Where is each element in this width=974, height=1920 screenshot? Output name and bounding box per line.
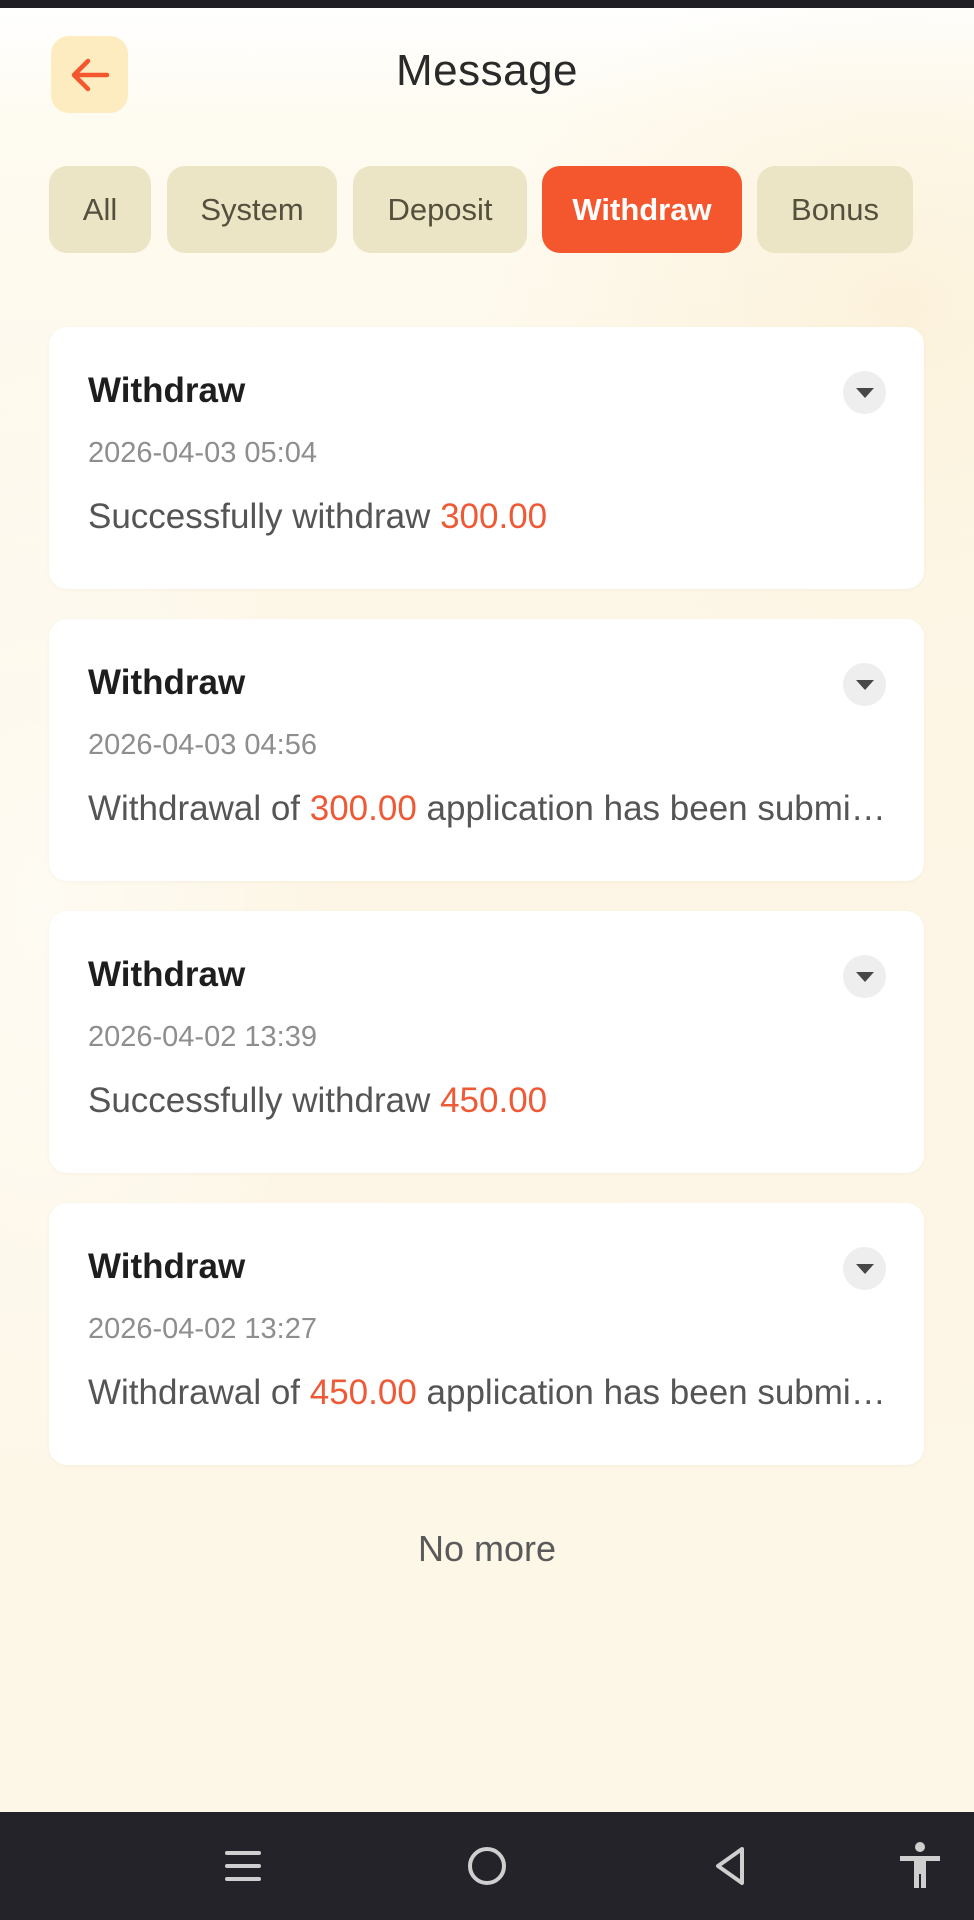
message-title: Withdraw (88, 955, 246, 994)
back-triangle-icon (716, 1847, 744, 1885)
message-text-suffix: application has been submitted (416, 789, 888, 828)
message-time: 2026-04-02 13:39 (88, 1021, 317, 1053)
expand-button[interactable] (843, 371, 886, 414)
tab-all[interactable]: All (49, 166, 151, 253)
message-screen: Message All System Deposit Withdraw Bonu… (0, 8, 974, 1812)
message-text-prefix: Successfully withdraw (88, 1081, 441, 1120)
tab-system[interactable]: System (167, 166, 337, 253)
tab-deposit[interactable]: Deposit (353, 166, 527, 253)
tab-withdraw[interactable]: Withdraw (542, 166, 742, 253)
page-title: Message (395, 46, 579, 95)
message-text-prefix: Withdrawal of (88, 1373, 310, 1412)
message-text-suffix: application has been submitted (416, 1373, 888, 1412)
caret-down-icon (855, 387, 874, 398)
message-amount: 450.00 (309, 1373, 417, 1412)
message-title: Withdraw (88, 371, 246, 410)
message-card[interactable]: Withdraw 2026-04-03 04:56 Withdrawal of … (49, 619, 924, 881)
status-strip (0, 0, 974, 8)
system-back-button[interactable] (700, 1836, 760, 1896)
message-time: 2026-04-03 04:56 (88, 729, 317, 761)
message-time: 2026-04-02 13:27 (88, 1313, 317, 1345)
expand-button[interactable] (843, 1247, 886, 1290)
expand-button[interactable] (843, 663, 886, 706)
message-text: Successfully withdraw 450.00 (88, 1081, 888, 1121)
menu-button[interactable] (213, 1836, 273, 1896)
message-card[interactable]: Withdraw 2026-04-02 13:39 Successfully w… (49, 911, 924, 1173)
message-title: Withdraw (88, 663, 246, 702)
home-button[interactable] (457, 1836, 517, 1896)
caret-down-icon (855, 679, 874, 690)
expand-button[interactable] (843, 955, 886, 998)
message-amount: 300.00 (440, 497, 548, 536)
message-amount: 300.00 (309, 789, 417, 828)
message-text: Withdrawal of 300.00 application has bee… (88, 789, 888, 829)
message-text: Withdrawal of 450.00 application has bee… (88, 1373, 888, 1413)
message-text: Successfully withdraw 300.00 (88, 497, 888, 537)
list-end-text: No more (417, 1528, 557, 1569)
message-time: 2026-04-03 05:04 (88, 437, 317, 469)
accessibility-icon (900, 1842, 940, 1888)
tab-bonus[interactable]: Bonus (757, 166, 913, 253)
menu-icon (225, 1851, 261, 1881)
system-navigation-bar (0, 1812, 974, 1920)
message-card[interactable]: Withdraw 2026-04-03 05:04 Successfully w… (49, 327, 924, 589)
message-card[interactable]: Withdraw 2026-04-02 13:27 Withdrawal of … (49, 1203, 924, 1465)
caret-down-icon (855, 1263, 874, 1274)
home-circle-icon (468, 1847, 506, 1885)
accessibility-button[interactable] (890, 1836, 950, 1896)
message-title: Withdraw (88, 1247, 246, 1286)
caret-down-icon (855, 971, 874, 982)
message-amount: 450.00 (440, 1081, 548, 1120)
message-text-prefix: Successfully withdraw (88, 497, 441, 536)
message-text-prefix: Withdrawal of (88, 789, 310, 828)
